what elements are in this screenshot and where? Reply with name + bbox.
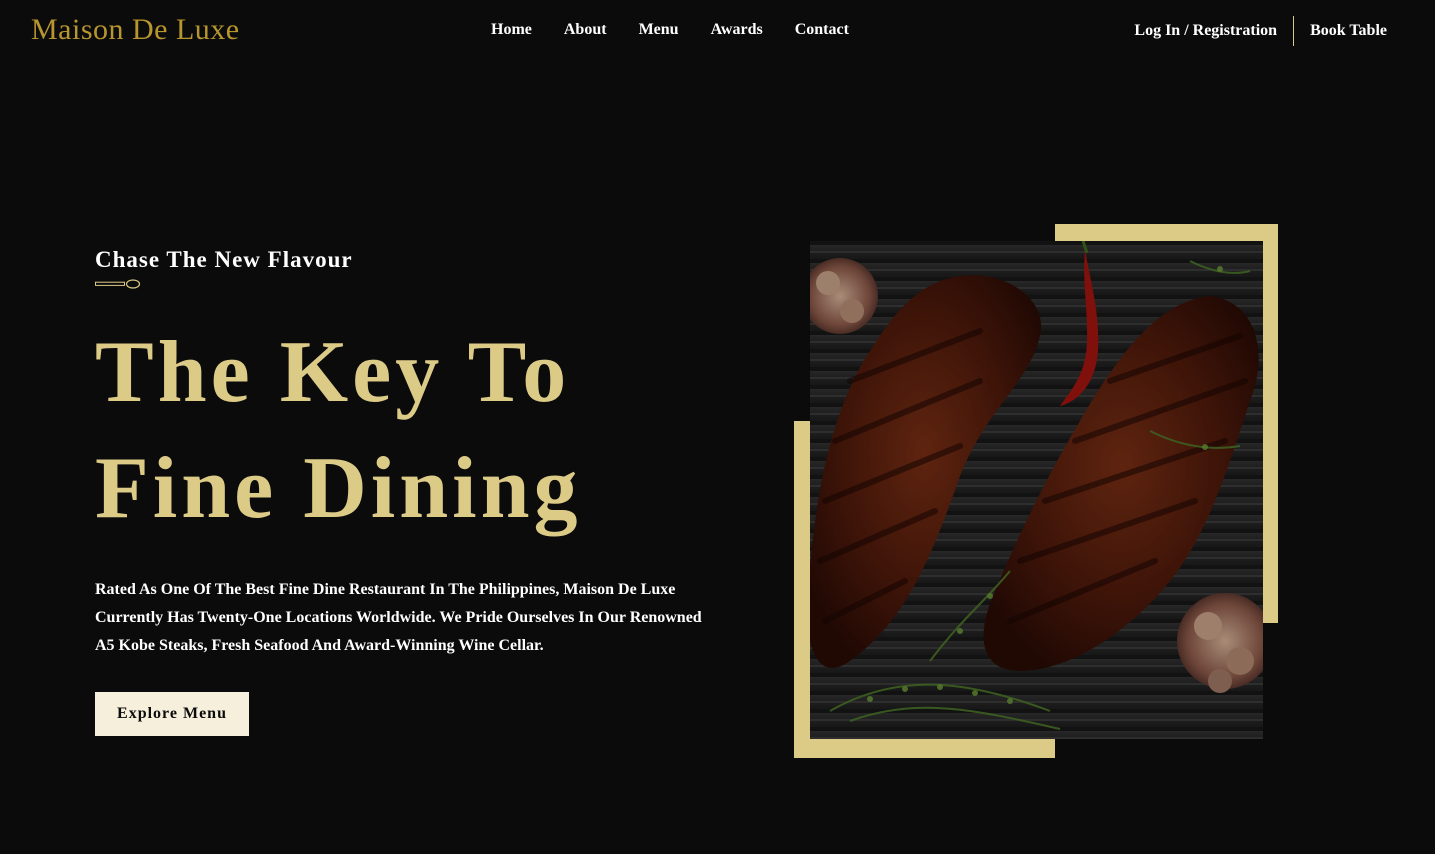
hero-description: Rated As One Of The Best Fine Dine Resta… xyxy=(95,581,702,654)
nav-link-menu[interactable]: Menu xyxy=(639,21,679,39)
nav-link-contact[interactable]: Contact xyxy=(795,21,849,39)
steak-illustration xyxy=(810,241,1263,739)
nav-link-awards[interactable]: Awards xyxy=(711,21,763,39)
login-link[interactable]: Log In / Registration xyxy=(1134,22,1293,40)
hero-headline: The Key To Fine Dining xyxy=(95,315,582,547)
hero-subtitle: Chase The New Flavour xyxy=(95,247,353,272)
steak-photo xyxy=(810,241,1263,739)
explore-menu-button[interactable]: Explore Menu xyxy=(95,692,249,736)
nav-link-home[interactable]: Home xyxy=(491,21,532,39)
landing-page: Maison De Luxe Home About Menu Awards Co… xyxy=(0,0,1435,854)
hero-headline-line2: Fine Dining xyxy=(95,440,582,537)
book-table-link[interactable]: Book Table xyxy=(1294,22,1387,40)
nav-link-about[interactable]: About xyxy=(564,21,607,39)
nav-actions: Log In / Registration Book Table xyxy=(1134,16,1387,46)
logo[interactable]: Maison De Luxe xyxy=(31,13,240,47)
spoon-icon xyxy=(95,279,141,289)
main-nav: Home About Menu Awards Contact xyxy=(491,21,849,39)
hero-headline-line1: The Key To xyxy=(95,324,571,421)
